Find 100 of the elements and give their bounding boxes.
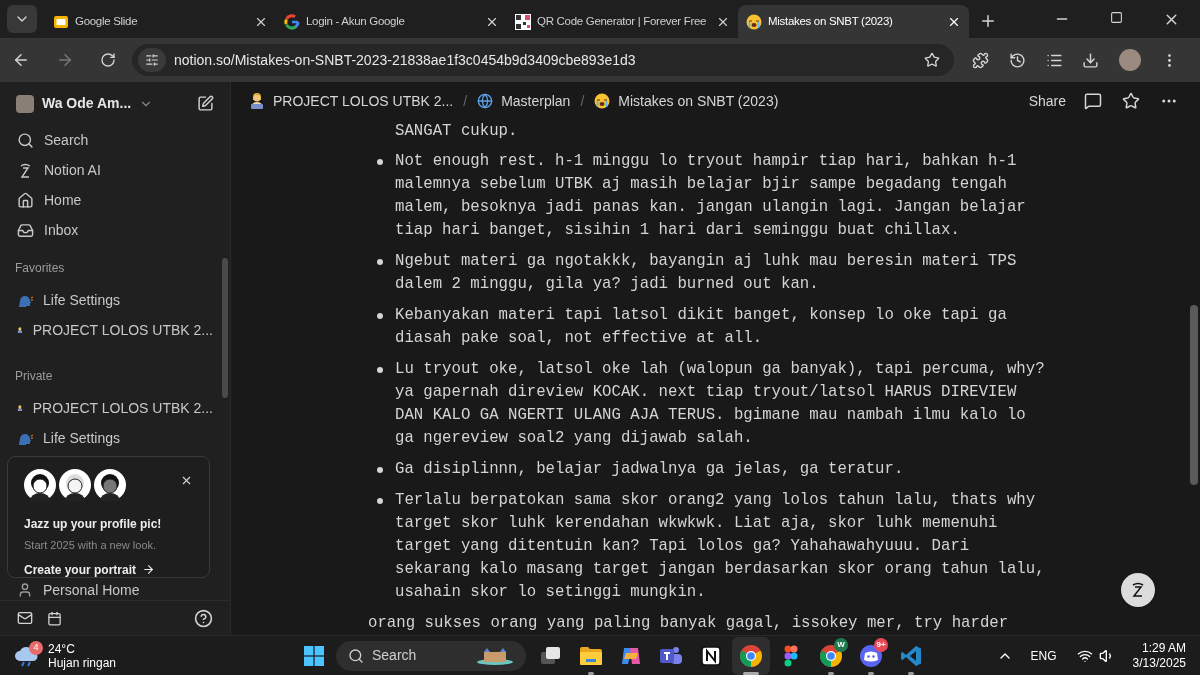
scrollbar[interactable] (1190, 305, 1198, 485)
weather-description[interactable]: Hujan ringan (48, 655, 117, 670)
bullet-text: Ga disiplinnn, belajar jadwalnya ga jelas, ga teratur. (395, 459, 905, 480)
notification-badge: W (834, 637, 848, 652)
person-laptop-icon (249, 93, 265, 109)
reload-icon[interactable] (100, 52, 116, 68)
history-icon[interactable] (1008, 51, 1026, 69)
notification-badge: 9+ (874, 637, 888, 652)
weather-badge: 4 (29, 640, 43, 655)
start-icon[interactable] (304, 645, 324, 666)
new-page-icon[interactable] (197, 95, 214, 112)
portrait-avatar (94, 469, 126, 501)
tab-search-button[interactable] (7, 5, 37, 33)
browser-tab[interactable]: QR Code Generator | Forever Free (507, 5, 738, 38)
weather-temperature[interactable]: 24°C (48, 641, 117, 656)
teams-icon[interactable] (659, 644, 683, 667)
clock-time[interactable]: 1:29 AM (1141, 640, 1186, 656)
tab-title: Mistakes on SNBT (2023) (768, 13, 894, 29)
create-portrait-link[interactable]: Create your portrait (24, 560, 193, 579)
browser-tab[interactable]: Mistakes on SNBT (2023) (738, 5, 969, 38)
tab-title: QR Code Generator | Forever Free (537, 13, 708, 29)
qr-code-icon (515, 13, 531, 30)
running-indicator (743, 671, 759, 675)
sidebar-nav-item[interactable]: Search (8, 125, 222, 155)
breadcrumb-item[interactable]: Mistakes on SNBT (2023) (594, 90, 779, 112)
search-icon (348, 647, 364, 664)
section-heading: Private (14, 368, 54, 385)
running-indicator (908, 671, 914, 675)
tab-title: Google Slide (75, 13, 139, 29)
restore-icon[interactable] (1110, 11, 1123, 24)
portrait-avatar (24, 469, 56, 501)
person-icon (17, 582, 33, 598)
new-tab-icon[interactable] (979, 12, 997, 30)
running-indicator (868, 671, 874, 675)
home-icon (17, 191, 34, 209)
bookmark-star-icon[interactable] (924, 52, 940, 68)
promo-subtitle: Start 2025 with a new look. (24, 538, 158, 553)
browser-tab[interactable]: Login - Akun Google (276, 5, 507, 38)
inbox-icon (17, 221, 34, 239)
slides-icon (53, 13, 69, 30)
scrollbar[interactable] (222, 258, 228, 398)
address-bar[interactable]: notion.so/Mistakes-on-SNBT-2023-21838ae1f3c0454b9d3409cbe893e1d3 (132, 44, 954, 76)
sidebar-page-item[interactable]: PROJECT LOLOS UTBK 2... (8, 393, 222, 423)
download-icon[interactable] (1082, 51, 1100, 69)
workspace-name[interactable]: Wa Ode Am... (42, 93, 132, 114)
mail-icon[interactable] (17, 610, 33, 626)
clock-date[interactable]: 3/13/2025 (1132, 655, 1186, 671)
chrome-icon[interactable] (819, 643, 843, 668)
notion-ai-button[interactable] (1121, 573, 1155, 607)
sidebar-nav-item[interactable]: Notion AI (8, 155, 222, 185)
google-g-icon (284, 13, 300, 30)
breadcrumb-item[interactable]: PROJECT LOLOS UTBK 2... (249, 90, 454, 112)
sidebar-page-item[interactable]: Life Settings (8, 423, 222, 453)
favorite-star-icon[interactable] (1122, 92, 1140, 110)
bullet-text: Terlalu berpatokan sama skor orang2 yang lolos tahun lalu, thats why target skor luhk kerendahan wkwkwk. Liat aja, skor luhk memenuhi target yang ditentuin kan? Tapi lolos ga? Yahahawahyuuu. Dari sekarang kalo masang target jangan berdasarkan skor orang tahun lalu, usahain skor lo setinggi mungkin. (395, 490, 1046, 603)
taskbar-search-field[interactable]: Search (336, 640, 526, 671)
arrow-right-icon (142, 563, 156, 576)
sidebar-page-item[interactable]: Personal Home (8, 580, 222, 600)
breadcrumb-item[interactable]: Masterplan (477, 90, 571, 112)
browser-tab[interactable]: Google Slide (45, 5, 276, 38)
workspace-avatar (16, 94, 34, 113)
breadcrumb-separator: / (462, 91, 469, 111)
notion-icon[interactable] (700, 644, 722, 667)
paragraph-text: orang sukses orang yang paling banyak gagal, issokey mer, try harder (368, 613, 1010, 634)
globe-icon (477, 93, 494, 109)
paragraph-text: SANGAT cukup. (394, 121, 519, 142)
breadcrumb-separator: / (579, 91, 586, 111)
sidebar-nav-item[interactable]: Inbox (8, 215, 222, 245)
crying-face-icon (746, 13, 762, 30)
url-text: notion.so/Mistakes-on-SNBT-2023-21838ae1f3c0454b9d3409cbe893e1d3 (174, 50, 637, 70)
running-indicator (588, 671, 594, 675)
tab-title: Login - Akun Google (306, 13, 406, 29)
chrome-icon[interactable] (739, 643, 763, 668)
bullet-text: Ngebut materi ga ngotakkk, bayangin aj luhk mau beresin materi TPS dalem 2 minggu, gila ya? jadi burned out kan. (395, 251, 1018, 295)
crying-face-icon (594, 93, 611, 109)
portrait-avatar (59, 469, 91, 501)
site-settings-icon[interactable] (138, 48, 166, 72)
castle-icon (476, 646, 514, 665)
forward-icon[interactable] (56, 51, 74, 69)
language-indicator[interactable]: ENG (1030, 646, 1057, 665)
bullet-text: Not enough rest. h-1 minggu lo tryout hampir tiap hari, bahkan h-1 malemnya sebelum UTBK aj masih belajar bjir sampe begadang tengah malem, besoknya jadi panas kan. jangan ulangin lagi. Jangan belajar tiap hari banget, sisihin 1 hari dari seminggu buat chillax. (395, 151, 1027, 241)
sidebar-page-item[interactable]: Life Settings (8, 285, 222, 315)
vscode-icon[interactable] (900, 644, 922, 667)
task-view-icon[interactable] (540, 645, 562, 666)
search-icon (17, 131, 34, 149)
calendar-icon[interactable] (47, 610, 62, 626)
back-icon[interactable] (12, 51, 30, 69)
bullet-text: Lu tryout oke, latsol oke lah (walopun ga banyak), tapi percuma, why? ya gapernah direview KOCAK. next tiap tryout/latsol HARUS DIREVIEW DAN KALO GA NGERTI ULANG AJA TERUS. bgimane mau nambah ilmu kalo lo ga ngereview soal2 yang dijawab salah. (395, 359, 1046, 449)
figma-icon[interactable] (784, 644, 798, 667)
folder-icon[interactable] (579, 645, 603, 666)
promo-title: Jazz up your profile pic! (24, 516, 163, 533)
extensions-icon[interactable] (971, 51, 989, 69)
profile-avatar[interactable] (1119, 49, 1142, 71)
section-heading: Favorites (14, 260, 66, 277)
comments-icon[interactable] (1084, 92, 1102, 110)
bullet-text: Kebanyakan materi tapi latsol dikit banget, konsep lo oke tapi ga diasah pake soal, not effective at all. (395, 305, 1008, 349)
sidebar-page-item[interactable]: PROJECT LOLOS UTBK 2... (8, 315, 222, 345)
sidebar-nav-item[interactable]: Home (8, 185, 222, 215)
help-icon[interactable] (194, 608, 213, 628)
share-button[interactable]: Share (1028, 90, 1066, 112)
